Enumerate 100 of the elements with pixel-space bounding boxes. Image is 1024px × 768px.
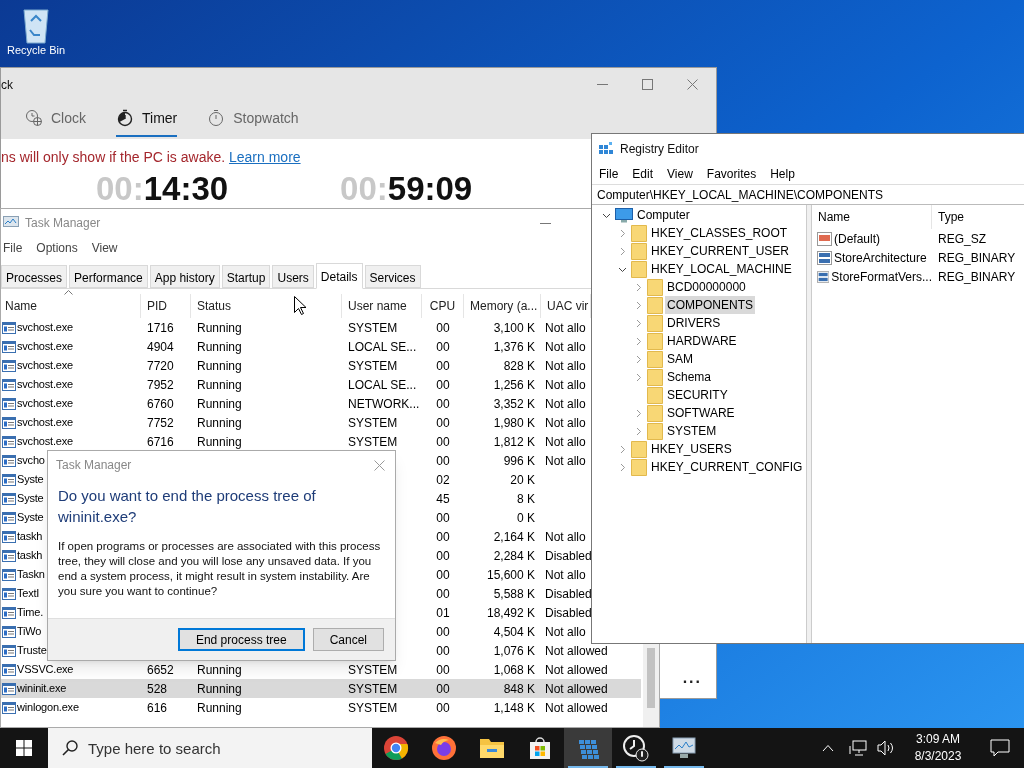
tab[interactable]: Users: [272, 265, 314, 288]
tab[interactable]: App history: [149, 265, 220, 288]
network-icon[interactable]: [849, 740, 867, 756]
cursor-icon: [294, 296, 306, 315]
table-cell-text: Not allowed: [545, 661, 608, 679]
table-cell[interactable]: taskh: [17, 547, 43, 564]
folder-icon: [647, 422, 663, 440]
maximize-icon[interactable]: [642, 79, 653, 90]
table-cell[interactable]: wininit.exe: [17, 680, 67, 697]
table-cell-text: Not allo: [545, 319, 586, 337]
table-cell-text: 20 K: [510, 471, 535, 489]
column-header[interactable]: Type: [932, 205, 964, 229]
column-header[interactable]: Name: [812, 205, 932, 229]
more-button[interactable]: ...: [682, 666, 702, 690]
table-cell[interactable]: svchost.exe: [17, 357, 73, 374]
table-cell-text: SYSTEM: [348, 661, 398, 679]
column-header[interactable]: CPU: [422, 294, 464, 318]
tree-item[interactable]: HKEY_CURRENT_USER: [649, 242, 792, 260]
tree-item[interactable]: HKEY_USERS: [649, 440, 734, 458]
table-cell[interactable]: Time.: [17, 604, 44, 621]
tab[interactable]: Timer: [116, 101, 178, 137]
learn-more-link[interactable]: Learn more: [229, 149, 301, 165]
tree-item[interactable]: BCD00000000: [665, 278, 748, 296]
recycle-bin-icon[interactable]: [21, 6, 51, 44]
table-cell[interactable]: Syste: [17, 490, 44, 507]
tree-item[interactable]: HARDWARE: [665, 332, 739, 350]
menu-item[interactable]: View: [91, 239, 118, 257]
column-header[interactable]: PID: [141, 294, 191, 318]
folder-icon: [647, 314, 663, 332]
table-cell[interactable]: TiWo: [17, 623, 42, 640]
tree-item[interactable]: Schema: [665, 368, 714, 386]
notification-icon[interactable]: [990, 739, 1010, 757]
table-cell-text: 00: [436, 566, 450, 584]
table-cell[interactable]: Syste: [17, 509, 44, 526]
folder-icon: [479, 737, 505, 759]
monitor-icon: [3, 216, 19, 230]
table-cell[interactable]: svchost.exe: [17, 433, 73, 450]
table-cell[interactable]: Syste: [17, 471, 44, 488]
table-cell[interactable]: svchost.exe: [17, 319, 73, 336]
dialog-button[interactable]: Cancel: [312, 628, 384, 651]
scrollbar-thumb[interactable]: [647, 648, 655, 708]
menu-item[interactable]: View: [667, 164, 693, 183]
tab[interactable]: Stopwatch: [207, 101, 299, 137]
table-cell-text: 6652: [147, 661, 174, 679]
clock-button[interactable]: 3:09 AM 8/3/2023: [900, 731, 976, 765]
tree-item[interactable]: SAM: [665, 350, 695, 368]
address-bar[interactable]: Computer\HKEY_LOCAL_MACHINE\COMPONENTS: [592, 185, 1024, 205]
menu-item[interactable]: File: [3, 239, 23, 257]
menu-item[interactable]: Favorites: [706, 164, 757, 183]
table-cell-text: 00: [436, 547, 450, 565]
close-icon[interactable]: [687, 79, 698, 90]
tab[interactable]: Clock: [25, 101, 86, 137]
folder-icon: [647, 368, 663, 386]
tree-item[interactable]: HKEY_LOCAL_MACHINE: [649, 260, 794, 278]
alarm-clock-icon: [622, 734, 650, 762]
tab[interactable]: Performance: [69, 265, 148, 288]
search-field[interactable]: Type here to search: [48, 728, 372, 768]
tree-item[interactable]: SECURITY: [665, 386, 730, 404]
table-cell[interactable]: svchost.exe: [17, 395, 73, 412]
table-cell[interactable]: Truste: [17, 642, 47, 659]
tree-item[interactable]: DRIVERS: [665, 314, 723, 332]
tree-item[interactable]: HKEY_CURRENT_CONFIG: [649, 458, 805, 476]
chevron-up-icon[interactable]: [822, 744, 834, 752]
table-cell-text: Disabled: [545, 585, 591, 603]
table-cell-text: 1,256 K: [493, 376, 535, 394]
close-icon[interactable]: [374, 459, 385, 471]
tab[interactable]: Startup: [221, 265, 271, 288]
tab[interactable]: Details: [315, 263, 363, 289]
menu-item[interactable]: File: [599, 164, 619, 183]
table-cell[interactable]: VSSVC.exe: [17, 661, 74, 678]
table-cell[interactable]: Taskn: [17, 566, 45, 583]
table-cell[interactable]: svchost.exe: [17, 338, 73, 355]
tab[interactable]: Services: [364, 265, 421, 288]
tree-item[interactable]: Computer: [635, 206, 692, 224]
tree-item[interactable]: SOFTWARE: [665, 404, 737, 422]
table-cell-text: Running: [197, 395, 242, 413]
tab[interactable]: Processes: [1, 265, 68, 288]
tree-item[interactable]: SYSTEM: [665, 422, 719, 440]
table-cell[interactable]: svchost.exe: [17, 376, 73, 393]
menu-item[interactable]: Options: [36, 239, 78, 257]
volume-icon[interactable]: [877, 740, 895, 756]
column-header[interactable]: Memory (a...: [464, 294, 541, 318]
menu-item[interactable]: Edit: [632, 164, 654, 183]
table-cell-text: 996 K: [503, 452, 535, 470]
table-cell-text: SYSTEM: [348, 319, 398, 337]
text-value-icon: [817, 231, 832, 246]
tree-item[interactable]: COMPONENTS: [665, 296, 755, 314]
table-cell-text: 8 K: [517, 490, 535, 508]
column-header[interactable]: Name: [1, 294, 141, 318]
table-cell[interactable]: taskh: [17, 528, 43, 545]
table-cell[interactable]: winlogon.exe: [17, 699, 79, 716]
table-cell-text: 3,352 K: [493, 395, 535, 413]
dialog-button[interactable]: End process tree: [177, 628, 305, 651]
table-cell[interactable]: TextI: [17, 585, 40, 602]
tree-item[interactable]: HKEY_CLASSES_ROOT: [649, 224, 790, 242]
table-cell[interactable]: svcho: [17, 452, 45, 469]
table-cell[interactable]: svchost.exe: [17, 414, 73, 431]
column-header[interactable]: User name: [342, 294, 422, 318]
menu-item[interactable]: Help: [770, 164, 795, 183]
clock-globe-icon: [25, 109, 43, 127]
